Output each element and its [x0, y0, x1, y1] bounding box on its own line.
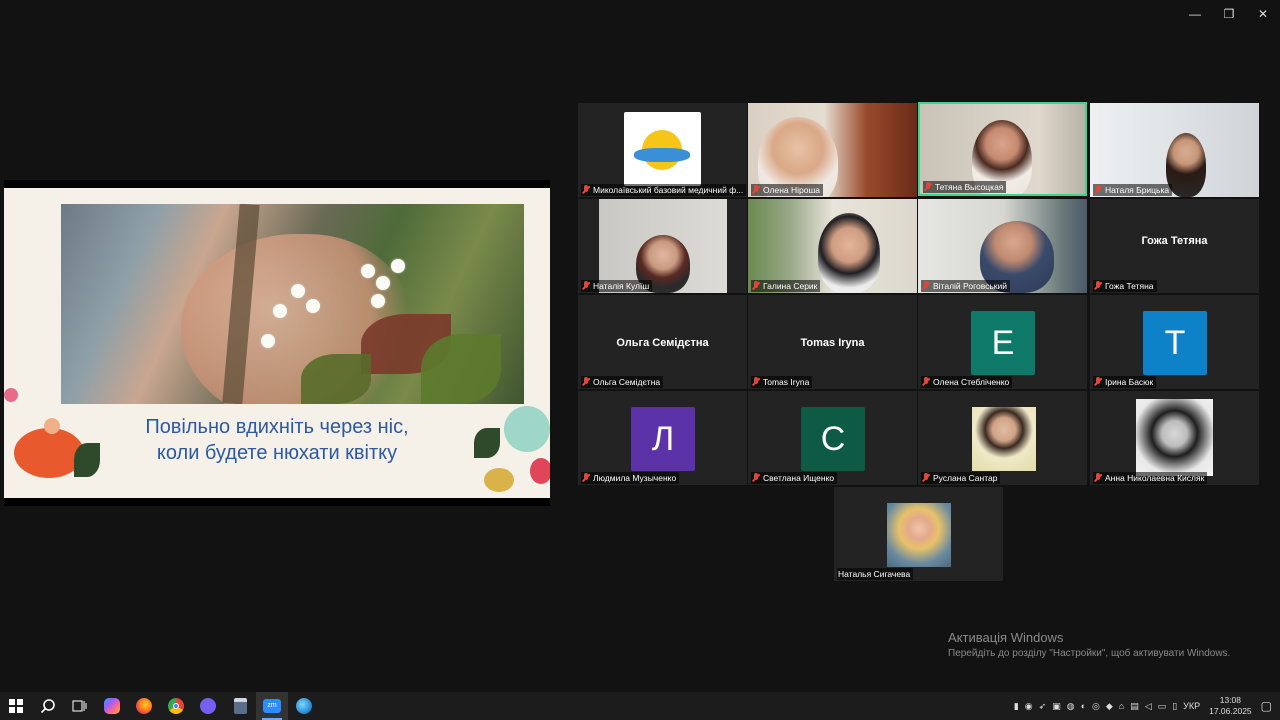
notifications-icon[interactable]: ▢ — [1261, 699, 1272, 713]
mic-muted-icon — [922, 281, 930, 291]
participant-tile[interactable]: Гожа Тетяна Гожа Тетяна — [1090, 199, 1259, 293]
viber-tray-icon[interactable]: ◎ — [1092, 701, 1100, 712]
participant-tile[interactable]: Миколаївський базовий медичний ф... — [578, 103, 747, 197]
activation-watermark-title: Активація Windows — [948, 630, 1064, 645]
tray-app-icon[interactable]: ➶ — [1039, 701, 1047, 712]
microphone-icon[interactable]: ▯ — [1172, 701, 1177, 712]
volume-icon[interactable]: ◁ — [1145, 701, 1152, 712]
firefox-icon[interactable] — [128, 692, 160, 720]
zoom-icon[interactable]: zm — [256, 692, 288, 720]
avatar-letter: С — [801, 407, 865, 471]
mic-muted-icon — [922, 377, 930, 387]
pen-icon[interactable]: ▮ — [1014, 701, 1019, 712]
participant-tile[interactable]: С Светлана Ищенко — [748, 391, 917, 485]
participant-tile[interactable]: Л Людмила Музыченко — [578, 391, 747, 485]
participant-tile-active-speaker[interactable]: Тетяна Высоцкая — [918, 102, 1087, 196]
presentation-slide: Повільно вдихніть через ніс, коли будете… — [4, 188, 550, 498]
viber-icon[interactable] — [192, 692, 224, 720]
participant-tile[interactable]: Віталій Роговський — [918, 199, 1087, 293]
participant-tile[interactable]: Наталья Сигачева — [834, 487, 1003, 581]
clock-date: 17.06.2025 — [1209, 706, 1252, 716]
search-icon[interactable] — [32, 692, 64, 720]
browser-icon[interactable] — [288, 692, 320, 720]
participant-tile[interactable]: Анна Николаевна Кисляк — [1090, 391, 1259, 485]
participant-tile[interactable]: Наталя Брицька — [1090, 103, 1259, 197]
shared-screen[interactable]: Повільно вдихніть через ніс, коли будете… — [4, 180, 550, 506]
minimize-button[interactable]: — — [1178, 0, 1212, 28]
avatar-photo — [972, 407, 1036, 471]
mic-muted-icon — [582, 377, 590, 387]
participant-tile[interactable]: Руслана Сантар — [918, 391, 1087, 485]
participant-tile[interactable]: Е Олена Стебліченко — [918, 295, 1087, 389]
clock-time: 13:08 — [1219, 695, 1242, 705]
participant-tile[interactable]: Наталія Кулїш — [578, 199, 747, 293]
mic-muted-icon — [1094, 281, 1102, 291]
tray-app-icon[interactable]: ◐ — [1081, 701, 1086, 711]
tray-app-icon[interactable]: ◍ — [1067, 701, 1075, 712]
slide-caption: Повільно вдихніть через ніс, коли будете… — [4, 414, 550, 466]
window-controls: — ❐ ✕ — [1178, 0, 1280, 28]
calculator-icon[interactable] — [224, 692, 256, 720]
mic-muted-icon — [1094, 377, 1102, 387]
activation-watermark-subtitle: Перейдіть до розділу "Настройки", щоб ак… — [948, 648, 1231, 659]
mic-muted-icon — [582, 185, 590, 195]
participant-tile[interactable]: Олена Ніроша — [748, 103, 917, 197]
task-view-icon[interactable] — [64, 692, 96, 720]
maximize-button[interactable]: ❐ — [1212, 0, 1246, 28]
participant-tile[interactable]: Ольга Семідєтна Ольга Семідєтна — [578, 295, 747, 389]
mic-muted-icon — [1094, 185, 1102, 195]
participant-display-name: Гожа Тетяна — [1141, 235, 1208, 247]
college-logo — [624, 112, 701, 186]
mic-muted-icon — [582, 281, 590, 291]
zoom-tray-icon[interactable]: ▣ — [1052, 701, 1061, 712]
participant-video — [818, 213, 880, 293]
desktop: — ❐ ✕ Повільно вдихніть через ніс, коли … — [0, 0, 1280, 720]
participant-tile[interactable]: Галина Серик — [748, 199, 917, 293]
avatar-photo — [887, 503, 951, 567]
tray-app-icon[interactable]: ◉ — [1025, 701, 1033, 712]
usb-icon[interactable]: ⌂ — [1119, 701, 1124, 711]
participant-tile[interactable]: Т Ірина Басюк — [1090, 295, 1259, 389]
mic-muted-icon — [752, 377, 760, 387]
avatar-letter: Т — [1143, 311, 1207, 375]
mic-muted-icon — [752, 185, 760, 195]
avatar-photo — [1136, 399, 1213, 476]
network-icon[interactable]: ▤ — [1130, 701, 1139, 712]
slide-photo — [61, 204, 524, 404]
caption-line-2: коли будете нюхати квітку — [156, 442, 398, 464]
participant-tile[interactable]: Tomas Iryna Tomas Iryna — [748, 295, 917, 389]
tray-app-icon[interactable]: ◆ — [1106, 701, 1113, 712]
mic-muted-icon — [922, 473, 930, 483]
system-tray: ▮ ◉ ➶ ▣ ◍ ◐ ◎ ◆ ⌂ ▤ ◁ ▭ ▯ УКР 13:08 17.0… — [1011, 692, 1280, 720]
close-button[interactable]: ✕ — [1246, 0, 1280, 28]
mic-muted-icon — [1094, 473, 1102, 483]
mic-muted-icon — [752, 473, 760, 483]
meet-now-icon[interactable]: ▭ — [1158, 701, 1167, 712]
participant-display-name: Ольга Семідєтна — [616, 337, 709, 349]
copilot-icon[interactable] — [96, 692, 128, 720]
participant-display-name: Tomas Iryna — [800, 337, 865, 349]
taskbar: zm ▮ ◉ ➶ ▣ ◍ ◐ ◎ ◆ ⌂ ▤ ◁ ▭ ▯ УКР 13:08 1… — [0, 692, 1280, 720]
chrome-icon[interactable] — [160, 692, 192, 720]
caption-line-1: Повільно вдихніть через ніс, — [145, 416, 409, 438]
start-icon[interactable] — [0, 692, 32, 720]
clock[interactable]: 13:08 17.06.2025 — [1209, 695, 1252, 717]
mic-muted-icon — [752, 281, 760, 291]
language-indicator[interactable]: УКР — [1183, 701, 1200, 711]
mic-muted-icon — [582, 473, 590, 483]
avatar-letter: Е — [971, 311, 1035, 375]
avatar-letter: Л — [631, 407, 695, 471]
mic-muted-icon — [924, 182, 932, 192]
